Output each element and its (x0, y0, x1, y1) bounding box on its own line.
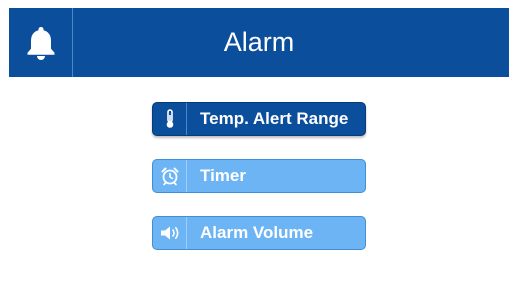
timer-button[interactable]: Timer (152, 159, 366, 193)
alarm-volume-label: Alarm Volume (200, 223, 314, 242)
alarm-screen: Alarm Temp. Alert Range Timer Alarm Volu… (0, 0, 509, 292)
temp-alert-range-button[interactable]: Temp. Alert Range (152, 102, 366, 136)
temp-alert-range-label: Temp. Alert Range (200, 109, 349, 128)
timer-label: Timer (200, 166, 246, 185)
alarm-volume-button[interactable]: Alarm Volume (152, 216, 366, 250)
bell-icon (9, 8, 73, 77)
thermometer-icon (153, 103, 187, 135)
speaker-icon (153, 217, 187, 249)
header-bar: Alarm (9, 8, 509, 77)
alarm-clock-icon (153, 160, 187, 192)
page-title: Alarm (223, 27, 295, 57)
